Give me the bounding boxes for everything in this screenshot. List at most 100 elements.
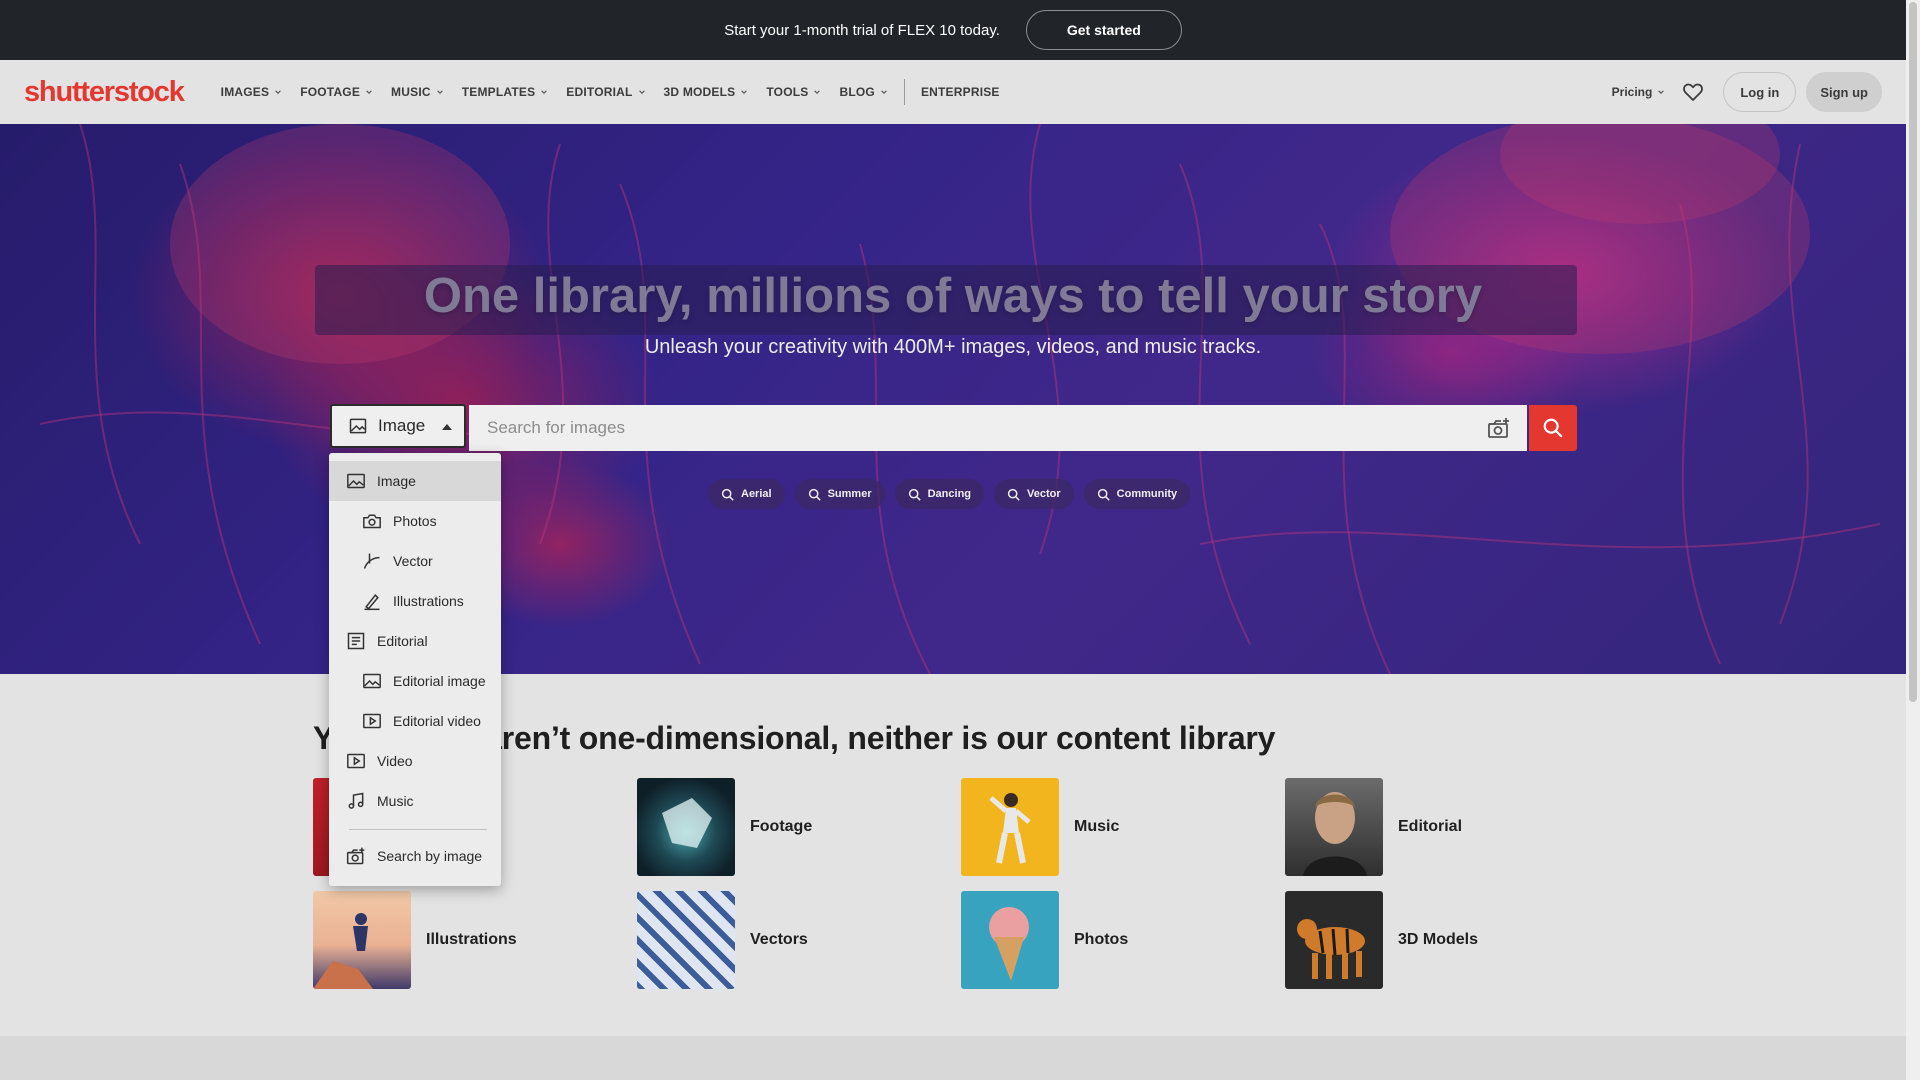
logo-text-part1: shutterst <box>24 75 138 108</box>
card-label: 3D Models <box>1398 931 1479 948</box>
vector-pen-icon <box>363 553 380 569</box>
chip-label: Community <box>1116 488 1178 500</box>
chip-vector[interactable]: Vector <box>994 479 1074 509</box>
media-type-select[interactable]: Image <box>330 404 466 448</box>
footage-thumbnail <box>637 778 735 876</box>
category-card-editorial[interactable]: Editorial <box>1285 778 1462 876</box>
search-icon <box>1543 418 1563 438</box>
nav-item-enterprise[interactable]: ENTERPRISE <box>912 60 1009 124</box>
climber-illustration <box>313 913 373 989</box>
dropdown-item-music[interactable]: Music <box>329 781 501 821</box>
search-button[interactable] <box>1529 405 1577 451</box>
nav-item-music[interactable]: MUSIC <box>382 60 453 124</box>
pricing-menu[interactable]: Pricing <box>1612 85 1666 99</box>
nav-item-label: BLOG <box>839 85 875 99</box>
nav-item-label: TOOLS <box>766 85 809 99</box>
dropdown-item-label: Vector <box>393 553 433 569</box>
page-scrollbar[interactable] <box>1906 0 1920 1080</box>
chevron-down-icon <box>814 90 821 94</box>
image-icon <box>349 418 367 434</box>
nav-item-label: FOOTAGE <box>300 85 361 99</box>
dropdown-item-editorial[interactable]: Editorial <box>329 621 501 661</box>
category-card-3d-models[interactable]: 3D Models <box>1285 891 1478 989</box>
search-icon <box>1097 488 1110 501</box>
chevron-down-icon <box>436 90 443 94</box>
portrait-image <box>1303 792 1367 876</box>
chip-community[interactable]: Community <box>1083 479 1191 509</box>
brush-icon <box>364 594 380 611</box>
signup-button[interactable]: Sign up <box>1806 72 1882 112</box>
nav-links: IMAGES FOOTAGE MUSIC TEMPLATES EDITORIAL… <box>212 60 1009 124</box>
photos-thumbnail <box>961 891 1059 989</box>
pricing-label: Pricing <box>1611 85 1653 99</box>
search-input[interactable] <box>469 405 1527 451</box>
nav-item-footage[interactable]: FOOTAGE <box>291 60 382 124</box>
category-card-vectors[interactable]: Vectors <box>637 891 808 989</box>
search-by-image-icon[interactable] <box>1487 417 1511 439</box>
scrollbar-thumb[interactable] <box>1909 2 1917 702</box>
login-button[interactable]: Log in <box>1723 72 1797 112</box>
card-label: Vectors <box>750 931 808 948</box>
dropdown-item-editorial-video[interactable]: Editorial video <box>329 701 501 741</box>
nav-divider <box>903 79 905 105</box>
chip-label: Vector <box>1027 488 1061 500</box>
nav-item-label: TEMPLATES <box>461 85 536 99</box>
search-icon <box>808 488 821 501</box>
chip-summer[interactable]: Summer <box>794 479 885 509</box>
nav-item-templates[interactable]: TEMPLATES <box>453 60 558 124</box>
dropdown-item-photos[interactable]: Photos <box>329 501 501 541</box>
dropdown-item-label: Illustrations <box>393 593 464 609</box>
card-label: Illustrations <box>426 931 517 948</box>
promo-text: Start your 1-month trial of FLEX 10 toda… <box>724 21 1000 39</box>
hero-banner: One library, millions of ways to tell yo… <box>0 124 1906 674</box>
dropdown-item-video[interactable]: Video <box>329 741 501 781</box>
category-card-illustrations[interactable]: Illustrations <box>313 891 517 989</box>
shutterstock-logo[interactable]: shutterstock <box>24 75 185 109</box>
search-icon <box>1007 488 1020 501</box>
nav-item-images[interactable]: IMAGES <box>212 60 292 124</box>
caret-up-icon <box>442 424 452 430</box>
music-thumbnail <box>961 778 1059 876</box>
dropdown-item-label: Video <box>377 753 413 769</box>
category-card-photos[interactable]: Photos <box>961 891 1128 989</box>
search-icon <box>908 488 921 501</box>
nav-item-editorial[interactable]: EDITORIAL <box>557 60 654 124</box>
footer-band <box>0 1036 1906 1080</box>
newspaper-icon <box>347 632 365 650</box>
dropdown-item-label: Music <box>377 793 414 809</box>
video-icon <box>363 713 381 729</box>
dropdown-item-label: Photos <box>393 513 437 529</box>
dropdown-item-editorial-image[interactable]: Editorial image <box>329 661 501 701</box>
category-card-footage[interactable]: Footage <box>637 778 812 876</box>
nav-item-3d-models[interactable]: 3D MODELS <box>655 60 758 124</box>
chip-dancing[interactable]: Dancing <box>894 479 985 509</box>
search-by-image-icon <box>346 847 365 865</box>
editorial-thumbnail <box>1285 778 1383 876</box>
media-type-label: Image <box>378 416 426 435</box>
nav-item-tools[interactable]: TOOLS <box>757 60 830 124</box>
dropdown-item-label: Editorial image <box>393 673 486 689</box>
dropdown-item-label: Image <box>377 473 416 489</box>
heart-icon[interactable] <box>1681 80 1705 104</box>
dropdown-item-illustrations[interactable]: Illustrations <box>329 581 501 621</box>
nav-right: Pricing Log in Sign up <box>1612 60 1882 124</box>
dropdown-item-search-by-image[interactable]: Search by image <box>329 836 501 876</box>
nav-item-label: EDITORIAL <box>566 85 633 99</box>
illustrations-thumbnail <box>313 891 411 989</box>
section-title-rest: aren’t one-dimensional, neither is our c… <box>484 720 1276 756</box>
nav-item-blog[interactable]: BLOG <box>830 60 896 124</box>
get-started-button[interactable]: Get started <box>1025 10 1182 50</box>
card-label: Photos <box>1074 931 1129 948</box>
nav-item-label: IMAGES <box>220 85 270 99</box>
dropdown-divider <box>349 829 487 830</box>
logo-text-part2: ck <box>153 75 185 108</box>
chip-aerial[interactable]: Aerial <box>708 479 785 509</box>
chevron-down-icon <box>1658 90 1665 94</box>
dropdown-item-label: Editorial video <box>393 713 481 729</box>
hero-subtitle: Unleash your creativity with 400M+ image… <box>644 336 1262 358</box>
music-note-icon <box>348 792 364 809</box>
card-label: Footage <box>750 818 813 835</box>
category-card-music[interactable]: Music <box>961 778 1119 876</box>
dropdown-item-vector[interactable]: Vector <box>329 541 501 581</box>
dropdown-item-image[interactable]: Image <box>329 461 501 501</box>
